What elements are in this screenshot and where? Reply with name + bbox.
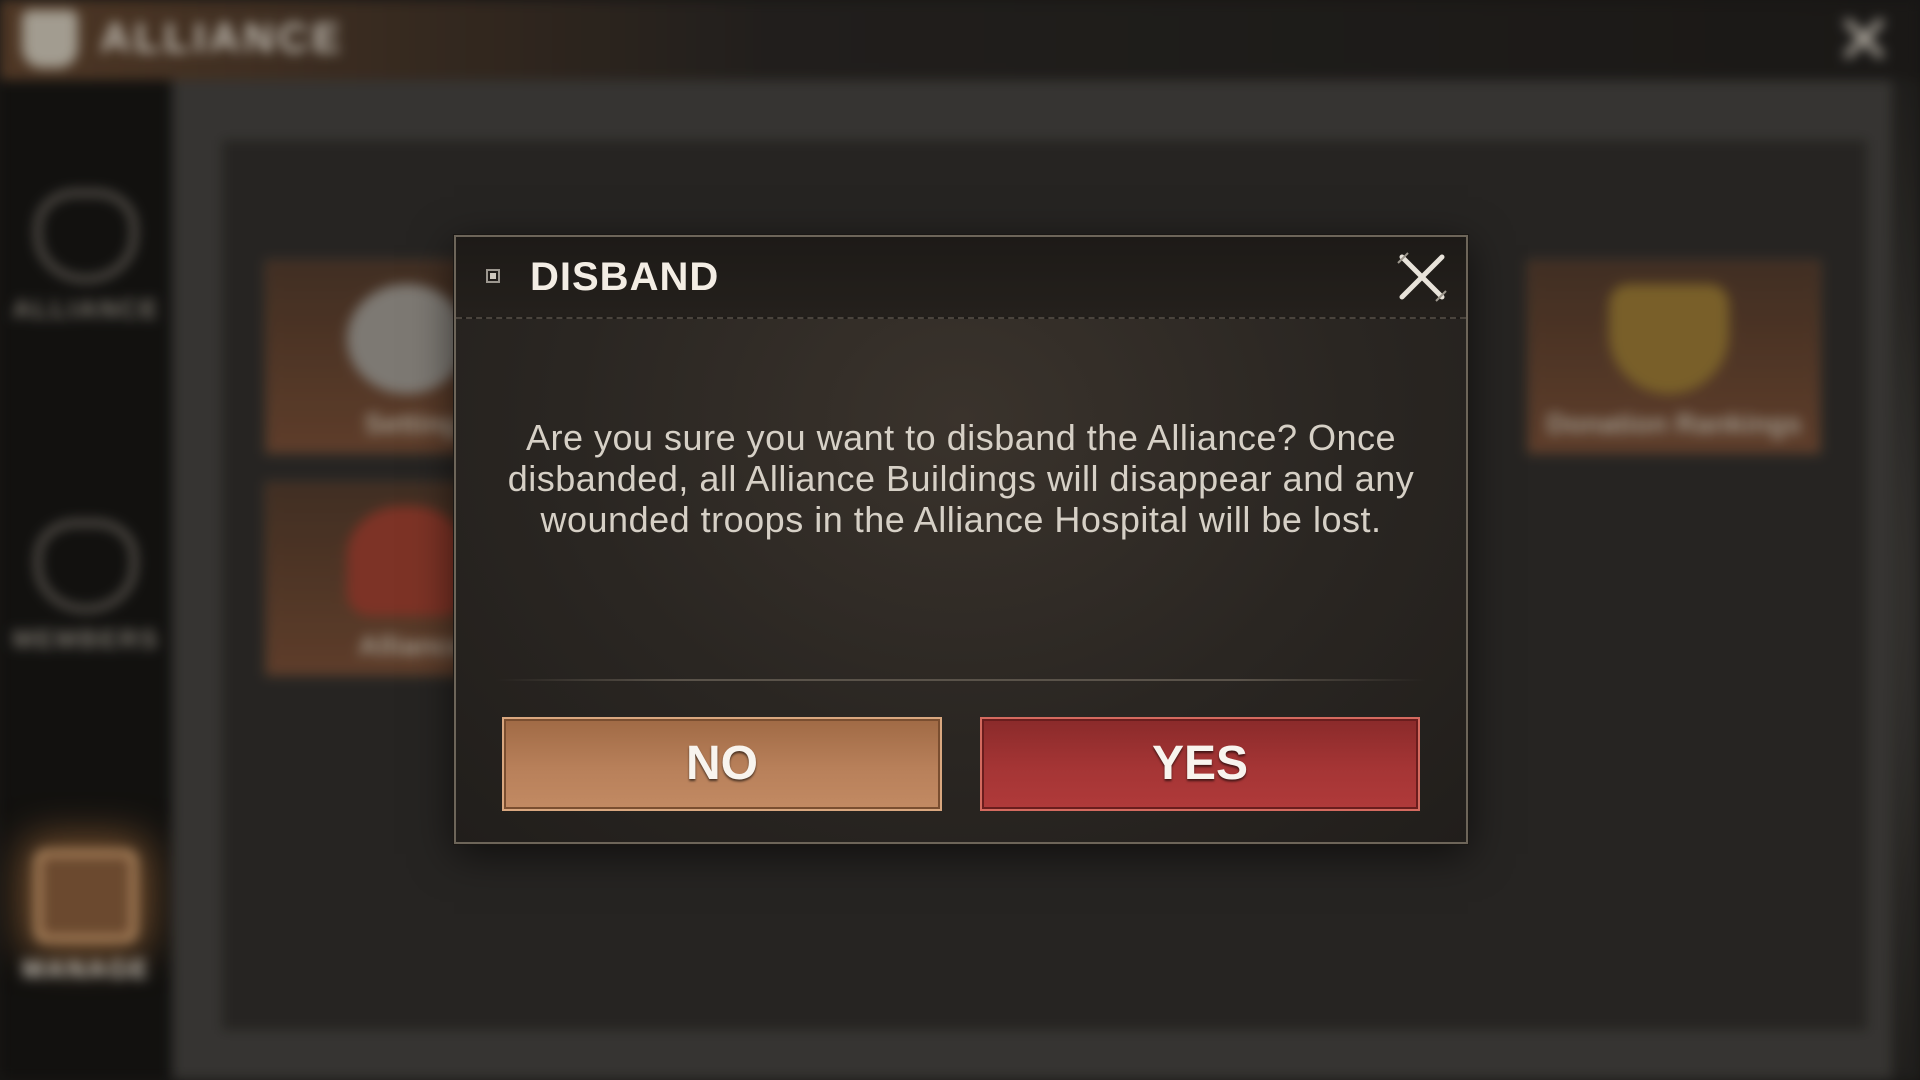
no-button[interactable]: NO bbox=[502, 717, 942, 811]
header-bullet-icon bbox=[486, 269, 500, 283]
disband-dialog: DISBAND Are you sure you want to disband… bbox=[454, 235, 1468, 844]
dialog-header: DISBAND bbox=[456, 237, 1466, 319]
dialog-title: DISBAND bbox=[530, 255, 720, 299]
divider bbox=[496, 679, 1426, 681]
yes-button[interactable]: YES bbox=[980, 717, 1420, 811]
dialog-message: Are you sure you want to disband the All… bbox=[507, 417, 1415, 540]
close-icon[interactable] bbox=[1394, 249, 1450, 305]
